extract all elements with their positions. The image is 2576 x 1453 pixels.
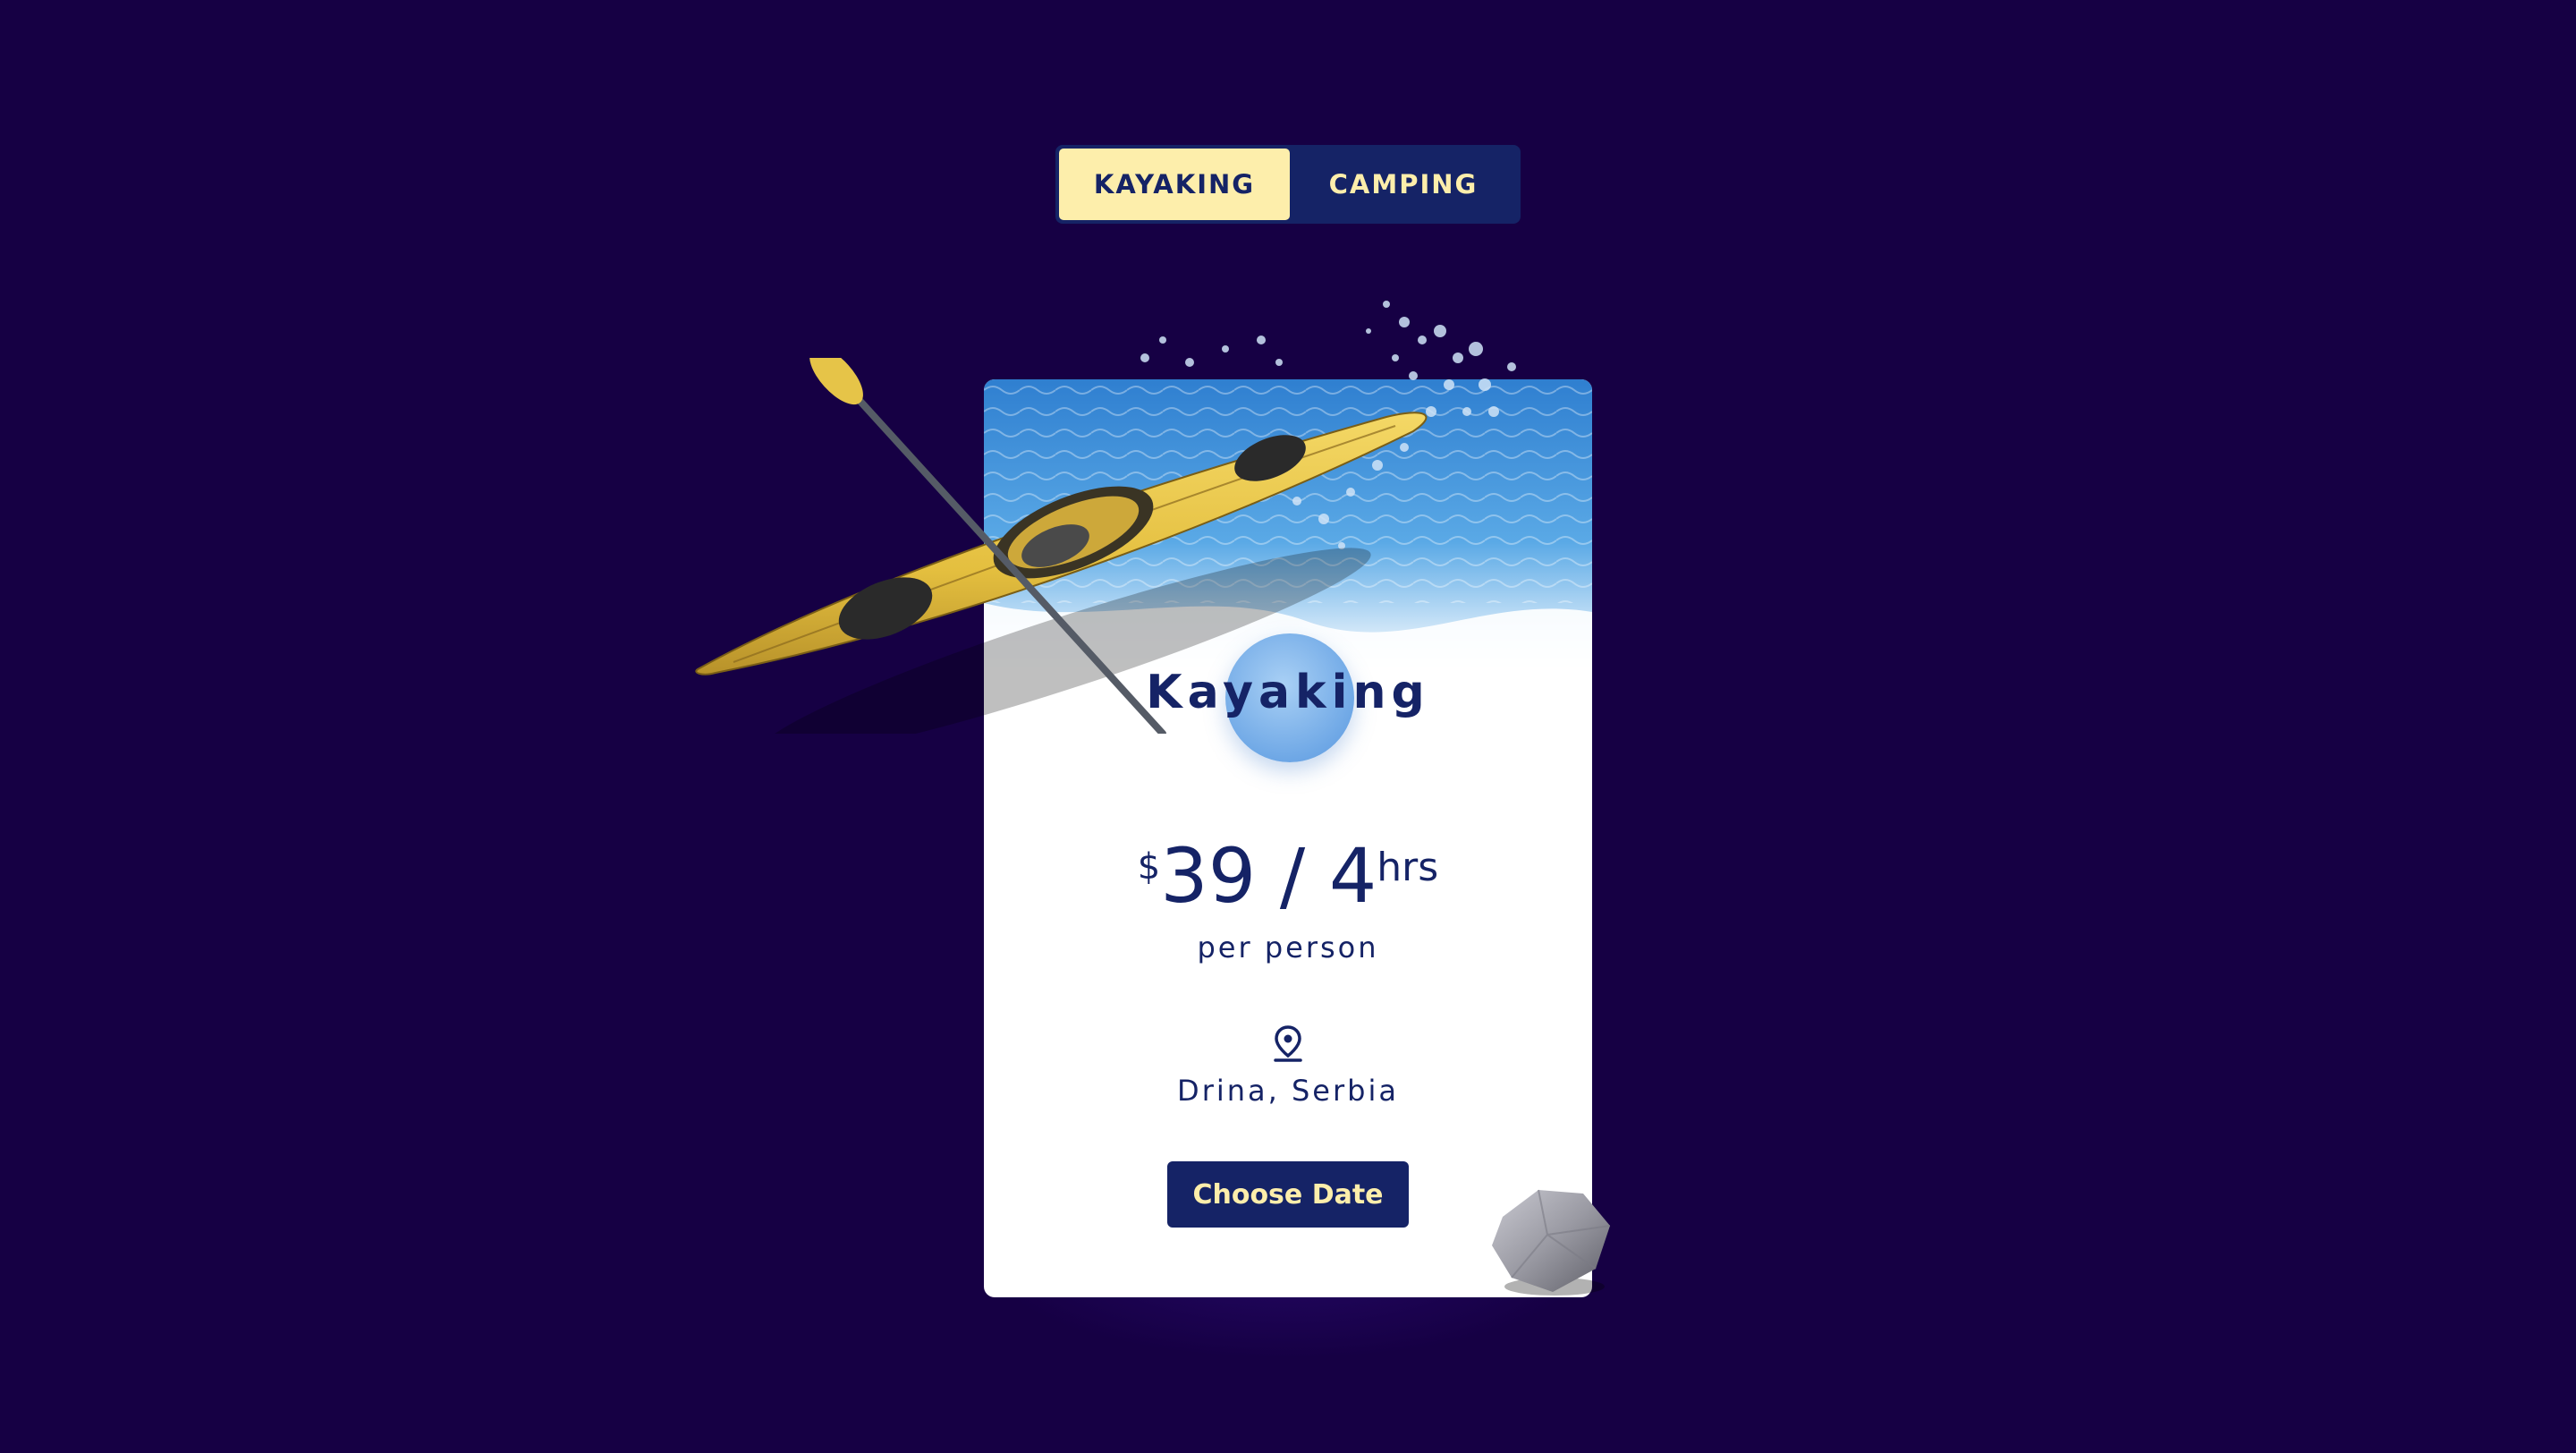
price-currency: $: [1137, 846, 1161, 888]
rock-image: [1492, 1189, 1611, 1296]
price: $39 / 4hrs: [984, 832, 1592, 920]
price-note: per person: [1197, 930, 1379, 964]
water-image: [984, 379, 1592, 675]
card-title: Kayaking: [1146, 666, 1430, 719]
tab-kayaking[interactable]: KAYAKING: [1059, 149, 1290, 220]
page-stage: KAYAKING CAMPING Kayaking $39 / 4hrs per…: [0, 0, 2576, 1453]
price-unit: hrs: [1377, 845, 1439, 890]
price-amount: 39 / 4: [1160, 832, 1377, 920]
activity-tab-switcher: KAYAKING CAMPING: [1055, 145, 1521, 224]
location-pin-icon: [1274, 1025, 1302, 1062]
choose-date-button[interactable]: Choose Date: [1167, 1161, 1409, 1228]
tab-camping[interactable]: CAMPING: [1290, 149, 1517, 220]
location-text: Drina, Serbia: [1177, 1074, 1399, 1108]
